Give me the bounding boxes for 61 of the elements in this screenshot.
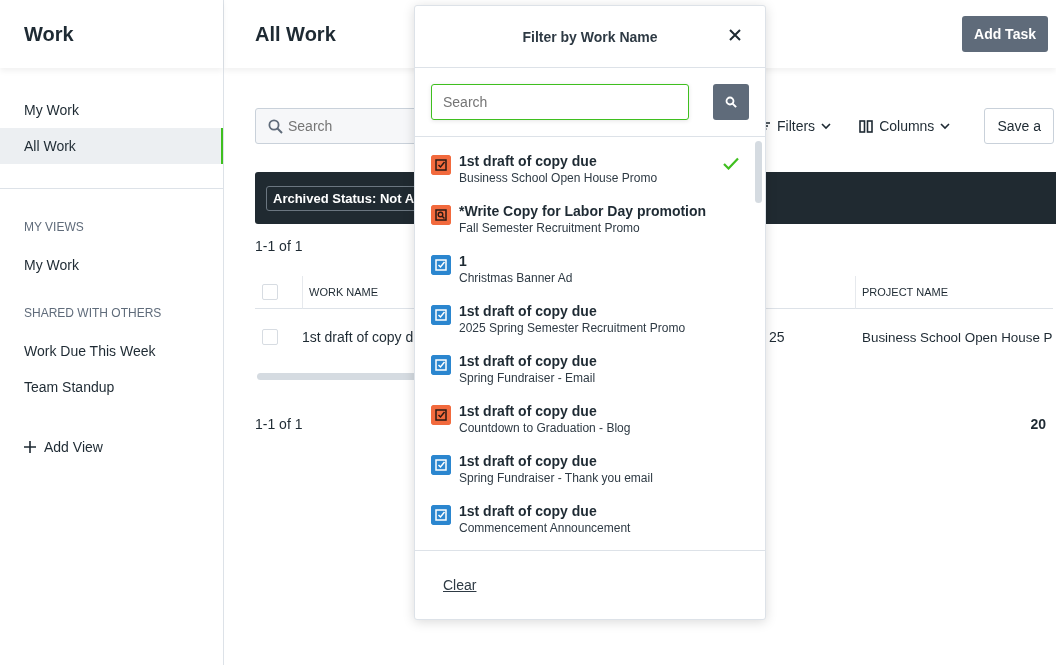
- section-heading: MY VIEWS: [23, 219, 84, 236]
- search-icon: [268, 119, 283, 134]
- row-checkbox[interactable]: [262, 329, 278, 345]
- search-icon: [725, 96, 737, 108]
- result-count: 1-1 of 1: [255, 238, 303, 254]
- popover-title: Filter by Work Name: [522, 28, 658, 45]
- item-title: 1: [459, 253, 467, 269]
- item-subtitle: Business School Open House Promo: [459, 171, 658, 185]
- item-subtitle: Spring Fundraiser - Email: [459, 371, 596, 385]
- table-cell: 25: [769, 329, 785, 345]
- sidebar-item[interactable]: My Work: [0, 92, 223, 128]
- chevron-down-icon: [821, 122, 832, 130]
- section-heading: SHARED WITH OTHERS: [23, 305, 162, 322]
- item-subtitle: Commencement Announcement: [459, 521, 631, 535]
- clear-link[interactable]: Clear: [443, 577, 477, 593]
- item-title: 1st draft of copy due: [459, 453, 597, 469]
- item-title: 1st draft of copy due: [459, 353, 597, 369]
- sidebar-item[interactable]: My Work: [0, 247, 223, 283]
- scrollbar[interactable]: [755, 141, 762, 203]
- columns-icon: [859, 119, 874, 133]
- chevron-down-icon: [940, 122, 951, 130]
- page-title: All Work: [255, 22, 336, 46]
- item-title: 1st draft of copy due: [459, 153, 597, 169]
- filters-button[interactable]: Filters: [761, 118, 832, 134]
- close-icon: [729, 28, 741, 41]
- select-all-checkbox[interactable]: [262, 284, 278, 300]
- list-item[interactable]: 1st draft of copy due Countdown to Graduation - Blog: [415, 401, 765, 451]
- table-cell: 1st draft of copy d: [302, 329, 414, 345]
- list-item[interactable]: 1st draft of copy due Business School Open House Promo: [415, 151, 765, 201]
- list-item[interactable]: 1st draft of copy due Spring Fundraiser - Email: [415, 351, 765, 401]
- column-header[interactable]: WORK NAME: [309, 286, 379, 298]
- item-subtitle: Countdown to Graduation - Blog: [459, 421, 631, 435]
- list-item[interactable]: 1st draft of copy due Commencement Announcement: [415, 501, 765, 550]
- column-header[interactable]: PROJECT NAME: [862, 286, 948, 298]
- page-size[interactable]: 20: [1030, 416, 1046, 432]
- search-field[interactable]: Search: [431, 84, 689, 120]
- list-item[interactable]: 1 Christmas Banner Ad: [415, 251, 765, 301]
- add-task-button[interactable]: Add Task: [962, 16, 1048, 52]
- item-title: 1st draft of copy due: [459, 503, 597, 519]
- item-subtitle: 2025 Spring Semester Recruitment Promo: [459, 321, 686, 335]
- list-item[interactable]: *Write Copy for Labor Day promotion Fall Semester Recruitment Promo: [415, 201, 765, 251]
- list-item[interactable]: 1st draft of copy due 2025 Spring Semester Recruitment Promo: [415, 301, 765, 351]
- checkmark-icon: [723, 157, 739, 170]
- columns-button[interactable]: Columns: [859, 118, 951, 134]
- item-title: 1st draft of copy due: [459, 303, 597, 319]
- list-item[interactable]: 1st draft of copy due Spring Fundraiser - Thank you email: [415, 451, 765, 501]
- sidebar-item[interactable]: Team Standup: [0, 369, 223, 405]
- add-view-button[interactable]: Add View: [0, 429, 109, 465]
- plus-icon: [24, 441, 36, 453]
- table-cell: Business School Open House P: [862, 329, 1053, 345]
- sidebar-item[interactable]: Work Due This Week: [0, 333, 223, 369]
- sidebar-item[interactable]: All Work: [0, 128, 223, 164]
- item-subtitle: Spring Fundraiser - Thank you email: [459, 471, 653, 485]
- item-subtitle: Fall Semester Recruitment Promo: [459, 221, 640, 235]
- item-title: 1st draft of copy due: [459, 403, 597, 419]
- item-subtitle: Christmas Banner Ad: [459, 271, 573, 285]
- item-title: *Write Copy for Labor Day promotion: [459, 203, 707, 219]
- search-button[interactable]: [713, 84, 749, 120]
- result-count: 1-1 of 1: [255, 416, 303, 432]
- save-as-button[interactable]: Save a: [984, 108, 1054, 144]
- app-title: Work: [24, 22, 74, 46]
